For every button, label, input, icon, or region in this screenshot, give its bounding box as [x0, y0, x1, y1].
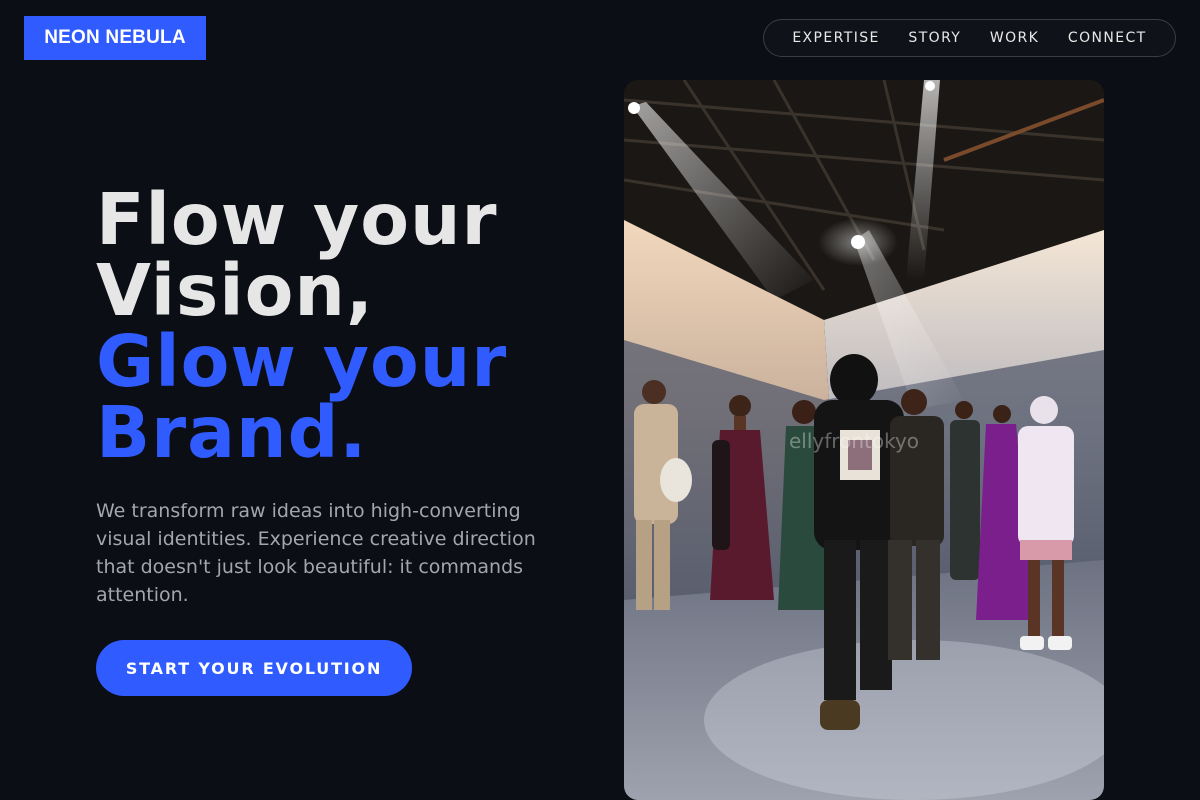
hero-headline: Flow your Vision, Glow your Brand. [96, 184, 507, 468]
nav-item-connect[interactable]: CONNECT [1068, 30, 1147, 46]
headline-line-2: Vision, [96, 249, 374, 332]
brand-logo-text: NEON NEBULA [44, 27, 186, 48]
nav-item-story[interactable]: STORY [908, 30, 961, 46]
hero-description: We transform raw ideas into high-convert… [96, 500, 536, 606]
headline-line-3: Glow your [96, 320, 508, 403]
brand-logo[interactable]: NEON NEBULA [24, 16, 206, 60]
nav-item-work[interactable]: WORK [990, 30, 1039, 46]
start-evolution-button[interactable]: START YOUR EVOLUTION [96, 640, 412, 696]
nav-item-expertise[interactable]: EXPERTISE [792, 30, 879, 46]
photo-watermark: ellyfrontokyo [789, 429, 919, 453]
headline-line-1: Flow your [96, 178, 498, 261]
hero-photo: ellyfrontokyo [624, 80, 1104, 800]
main-nav: EXPERTISE STORY WORK CONNECT [763, 19, 1176, 57]
headline-line-4: Brand. [96, 391, 368, 474]
